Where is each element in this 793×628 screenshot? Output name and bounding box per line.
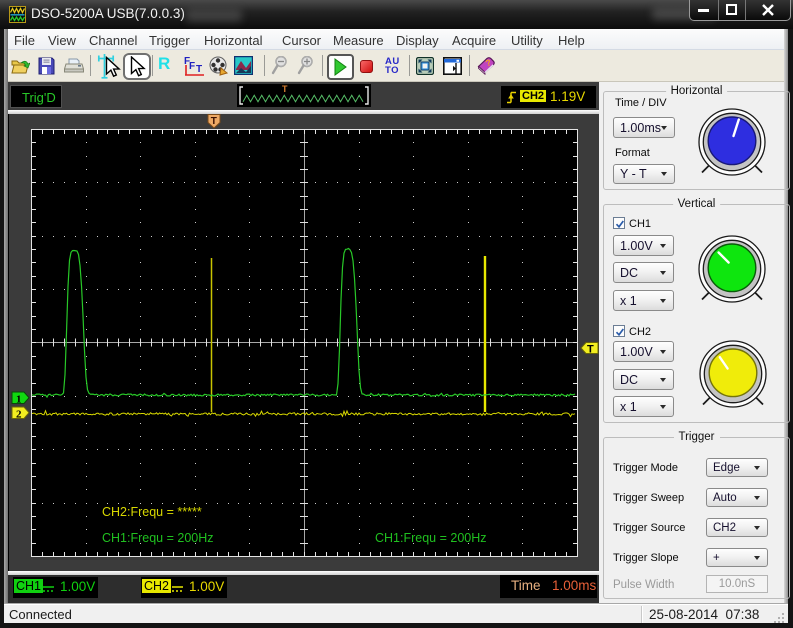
svg-text:2: 2 — [16, 409, 22, 421]
svg-text:CH2:Frequ = *****: CH2:Frequ = ***** — [102, 505, 202, 519]
svg-text:CH1:Frequ = 200Hz: CH1:Frequ = 200Hz — [375, 531, 487, 545]
svg-text:T: T — [211, 116, 217, 127]
svg-text:T: T — [587, 344, 594, 356]
svg-text:CH1:Frequ = 200Hz: CH1:Frequ = 200Hz — [102, 531, 214, 545]
svg-text:F: F — [189, 61, 195, 72]
svg-text:T: T — [196, 64, 202, 75]
svg-text:T: T — [282, 84, 288, 94]
svg-text:1: 1 — [16, 394, 22, 406]
